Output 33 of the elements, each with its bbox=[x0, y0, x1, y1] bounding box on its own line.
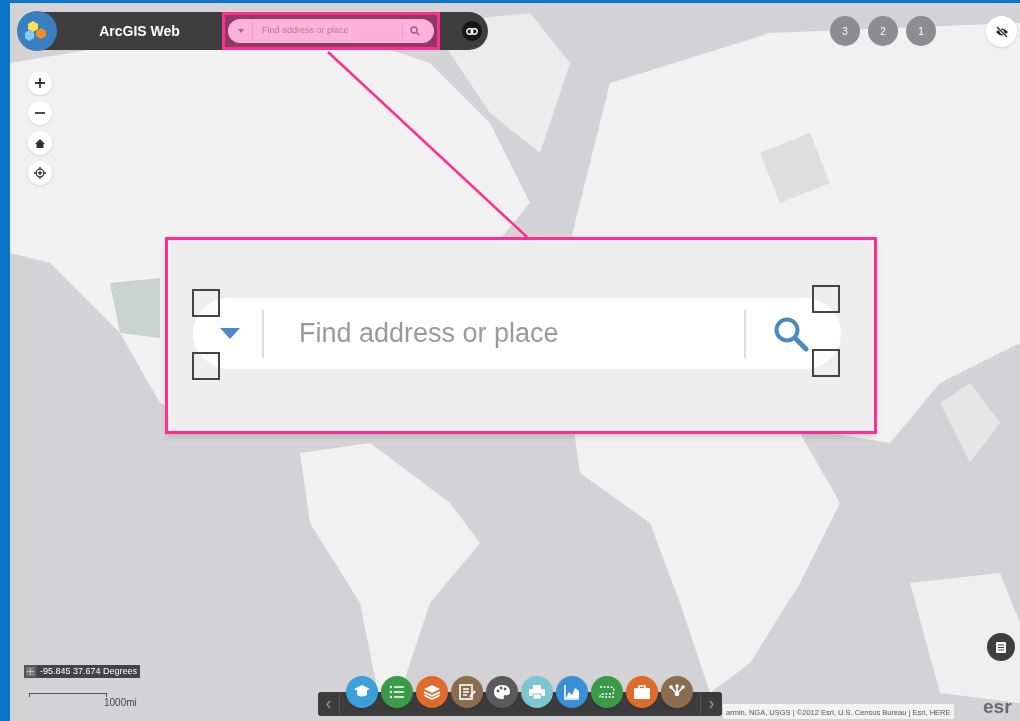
locate-icon bbox=[34, 167, 46, 179]
esri-logo: esr bbox=[983, 697, 1012, 717]
search-icon[interactable] bbox=[410, 26, 420, 36]
search-field[interactable]: Find address or place bbox=[228, 19, 434, 43]
palette-icon bbox=[493, 683, 511, 701]
note-icon bbox=[458, 683, 476, 701]
scale-label: 1000mi bbox=[104, 696, 137, 710]
briefcase-icon bbox=[633, 683, 651, 701]
selection-handle[interactable] bbox=[192, 289, 220, 317]
chevron-right-icon bbox=[709, 699, 714, 709]
list-icon bbox=[996, 641, 1006, 653]
chevron-left-icon bbox=[326, 699, 331, 709]
plus-icon bbox=[35, 78, 45, 88]
search-input[interactable]: Find address or place bbox=[262, 24, 402, 38]
app-title: ArcGIS Web bbox=[99, 21, 180, 41]
list-icon bbox=[388, 683, 406, 701]
link-button[interactable] bbox=[462, 21, 482, 41]
link-icon bbox=[466, 27, 478, 35]
selection-handle[interactable] bbox=[812, 349, 840, 377]
eye-slash-icon bbox=[994, 25, 1009, 38]
minus-icon bbox=[35, 112, 45, 114]
chart-icon bbox=[563, 683, 581, 701]
selection-handle[interactable] bbox=[812, 285, 840, 313]
route-icon bbox=[598, 683, 616, 701]
layers-icon bbox=[423, 683, 441, 701]
caret-icon[interactable] bbox=[220, 328, 240, 339]
selection-handle[interactable] bbox=[192, 352, 220, 380]
search-field[interactable]: Find address or place bbox=[193, 298, 841, 369]
cubes-icon bbox=[25, 20, 49, 42]
printer-icon bbox=[528, 683, 546, 701]
search-input[interactable]: Find address or place bbox=[299, 313, 739, 354]
search-icon[interactable] bbox=[773, 315, 809, 352]
home-icon bbox=[35, 138, 45, 148]
